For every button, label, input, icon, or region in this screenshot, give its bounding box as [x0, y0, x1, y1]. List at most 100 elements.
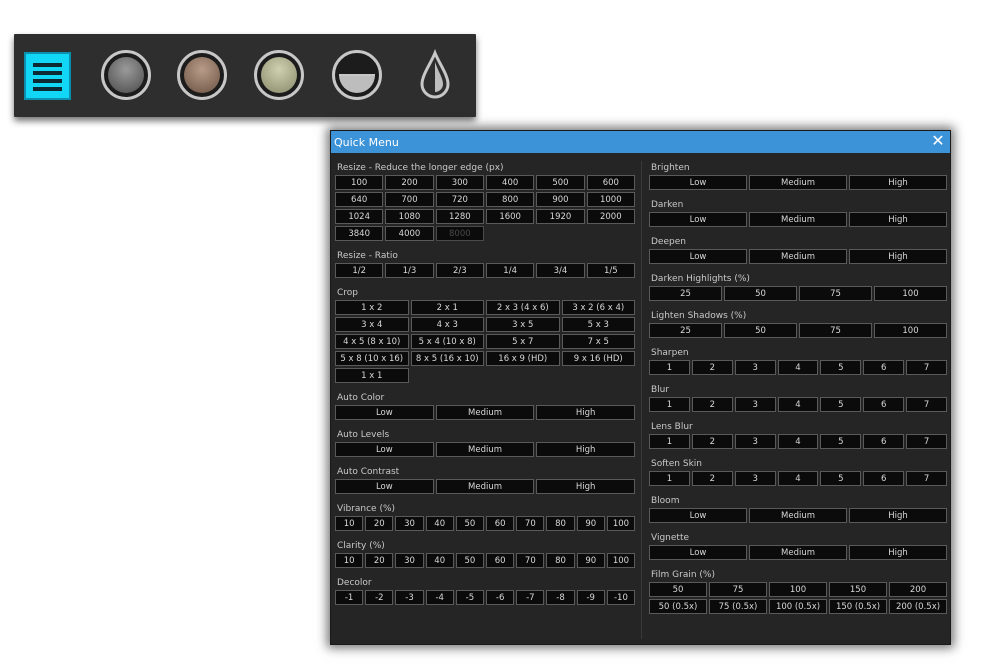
sharpen-4-button[interactable]: 4 — [777, 360, 819, 375]
resize-reduce-the-longer-edge-px-640-button[interactable]: 640 — [335, 192, 384, 207]
blur-7-button[interactable]: 7 — [906, 397, 948, 412]
resize-reduce-the-longer-edge-px-1920-button[interactable]: 1920 — [536, 209, 585, 224]
film-grain-200-0-5x-button[interactable]: 200 (0.5x) — [889, 599, 947, 614]
decolor-6-button[interactable]: -6 — [486, 590, 515, 605]
close-icon[interactable]: ✕ — [929, 132, 947, 150]
bloom-medium-button[interactable]: Medium — [749, 508, 847, 523]
blur-5-button[interactable]: 5 — [820, 397, 862, 412]
crop-4-x-5-8-x-10-button[interactable]: 4 x 5 (8 x 10) — [335, 334, 409, 349]
crop-2-x-3-4-x-6-button[interactable]: 2 x 3 (4 x 6) — [486, 300, 560, 315]
clarity-100-button[interactable]: 100 — [606, 553, 636, 568]
sharpen-7-button[interactable]: 7 — [906, 360, 948, 375]
soften-skin-2-button[interactable]: 2 — [691, 471, 733, 486]
vignette-low-button[interactable]: Low — [649, 545, 747, 560]
brown-circle-icon[interactable] — [177, 50, 227, 100]
resize-reduce-the-longer-edge-px-1080-button[interactable]: 1080 — [385, 209, 434, 224]
resize-ratio-1-2-button[interactable]: 1/2 — [335, 263, 384, 278]
lens-blur-7-button[interactable]: 7 — [906, 434, 948, 449]
crop-3-x-2-6-x-4-button[interactable]: 3 x 2 (6 x 4) — [561, 300, 635, 315]
sharpen-5-button[interactable]: 5 — [820, 360, 862, 375]
darken-highlights-25-button[interactable]: 25 — [649, 286, 722, 301]
auto-color-low-button[interactable]: Low — [335, 405, 434, 420]
deepen-medium-button[interactable]: Medium — [749, 249, 847, 264]
soften-skin-1-button[interactable]: 1 — [649, 471, 690, 486]
bloom-low-button[interactable]: Low — [649, 508, 747, 523]
lighten-shadows-100-button[interactable]: 100 — [874, 323, 947, 338]
lens-blur-2-button[interactable]: 2 — [691, 434, 733, 449]
darken-highlights-50-button[interactable]: 50 — [724, 286, 797, 301]
vibrance-40-button[interactable]: 40 — [425, 516, 454, 531]
auto-contrast-low-button[interactable]: Low — [335, 479, 434, 494]
resize-ratio-3-4-button[interactable]: 3/4 — [536, 263, 585, 278]
decolor-4-button[interactable]: -4 — [425, 590, 454, 605]
film-grain-150-button[interactable]: 150 — [829, 582, 887, 597]
bloom-high-button[interactable]: High — [849, 508, 947, 523]
lighten-shadows-75-button[interactable]: 75 — [799, 323, 872, 338]
lens-blur-6-button[interactable]: 6 — [863, 434, 905, 449]
clarity-60-button[interactable]: 60 — [486, 553, 515, 568]
blur-3-button[interactable]: 3 — [734, 397, 776, 412]
clarity-80-button[interactable]: 80 — [546, 553, 575, 568]
decolor-5-button[interactable]: -5 — [455, 590, 485, 605]
clarity-70-button[interactable]: 70 — [516, 553, 545, 568]
darken-low-button[interactable]: Low — [649, 212, 747, 227]
clarity-40-button[interactable]: 40 — [425, 553, 454, 568]
resize-reduce-the-longer-edge-px-100-button[interactable]: 100 — [335, 175, 384, 190]
lens-blur-4-button[interactable]: 4 — [777, 434, 819, 449]
auto-levels-medium-button[interactable]: Medium — [435, 442, 535, 457]
resize-reduce-the-longer-edge-px-500-button[interactable]: 500 — [536, 175, 585, 190]
brighten-medium-button[interactable]: Medium — [749, 175, 847, 190]
lens-blur-3-button[interactable]: 3 — [734, 434, 776, 449]
vibrance-100-button[interactable]: 100 — [606, 516, 636, 531]
resize-reduce-the-longer-edge-px-4000-button[interactable]: 4000 — [385, 226, 434, 241]
resize-ratio-1-3-button[interactable]: 1/3 — [385, 263, 434, 278]
resize-reduce-the-longer-edge-px-1024-button[interactable]: 1024 — [335, 209, 384, 224]
film-grain-50-button[interactable]: 50 — [649, 582, 707, 597]
auto-contrast-high-button[interactable]: High — [536, 479, 636, 494]
auto-levels-low-button[interactable]: Low — [335, 442, 434, 457]
vignette-high-button[interactable]: High — [849, 545, 947, 560]
clarity-30-button[interactable]: 30 — [395, 553, 424, 568]
soften-skin-3-button[interactable]: 3 — [734, 471, 776, 486]
soften-skin-5-button[interactable]: 5 — [820, 471, 862, 486]
deepen-low-button[interactable]: Low — [649, 249, 747, 264]
lighten-shadows-25-button[interactable]: 25 — [649, 323, 722, 338]
vibrance-60-button[interactable]: 60 — [486, 516, 515, 531]
decolor-9-button[interactable]: -9 — [576, 590, 605, 605]
lens-blur-5-button[interactable]: 5 — [820, 434, 862, 449]
film-grain-100-0-5x-button[interactable]: 100 (0.5x) — [769, 599, 827, 614]
half-circle-icon[interactable] — [332, 50, 382, 100]
crop-3-x-5-button[interactable]: 3 x 5 — [486, 317, 560, 332]
clarity-10-button[interactable]: 10 — [335, 553, 364, 568]
resize-reduce-the-longer-edge-px-2000-button[interactable]: 2000 — [586, 209, 635, 224]
resize-reduce-the-longer-edge-px-1600-button[interactable]: 1600 — [485, 209, 535, 224]
darken-highlights-100-button[interactable]: 100 — [874, 286, 947, 301]
sharpen-6-button[interactable]: 6 — [863, 360, 905, 375]
brighten-high-button[interactable]: High — [849, 175, 947, 190]
vibrance-50-button[interactable]: 50 — [455, 516, 485, 531]
vibrance-90-button[interactable]: 90 — [576, 516, 605, 531]
decolor-8-button[interactable]: -8 — [546, 590, 575, 605]
deepen-high-button[interactable]: High — [849, 249, 947, 264]
resize-reduce-the-longer-edge-px-300-button[interactable]: 300 — [435, 175, 484, 190]
lighten-shadows-50-button[interactable]: 50 — [724, 323, 797, 338]
crop-5-x-3-button[interactable]: 5 x 3 — [561, 317, 635, 332]
resize-reduce-the-longer-edge-px-600-button[interactable]: 600 — [586, 175, 635, 190]
decolor-1-button[interactable]: -1 — [335, 590, 364, 605]
film-grain-75-0-5x-button[interactable]: 75 (0.5x) — [709, 599, 767, 614]
resize-reduce-the-longer-edge-px-200-button[interactable]: 200 — [385, 175, 434, 190]
resize-ratio-1-4-button[interactable]: 1/4 — [485, 263, 535, 278]
resize-reduce-the-longer-edge-px-800-button[interactable]: 800 — [485, 192, 535, 207]
soften-skin-7-button[interactable]: 7 — [906, 471, 948, 486]
crop-3-x-4-button[interactable]: 3 x 4 — [335, 317, 409, 332]
crop-16-x-9-hd-button[interactable]: 16 x 9 (HD) — [486, 351, 560, 366]
film-grain-75-button[interactable]: 75 — [709, 582, 767, 597]
crop-1-x-1-button[interactable]: 1 x 1 — [335, 368, 409, 383]
vibrance-70-button[interactable]: 70 — [516, 516, 545, 531]
resize-reduce-the-longer-edge-px-720-button[interactable]: 720 — [435, 192, 484, 207]
decolor-7-button[interactable]: -7 — [516, 590, 545, 605]
resize-reduce-the-longer-edge-px-1280-button[interactable]: 1280 — [435, 209, 484, 224]
gray-circle-icon[interactable] — [101, 50, 151, 100]
darken-high-button[interactable]: High — [849, 212, 947, 227]
resize-reduce-the-longer-edge-px-900-button[interactable]: 900 — [536, 192, 585, 207]
